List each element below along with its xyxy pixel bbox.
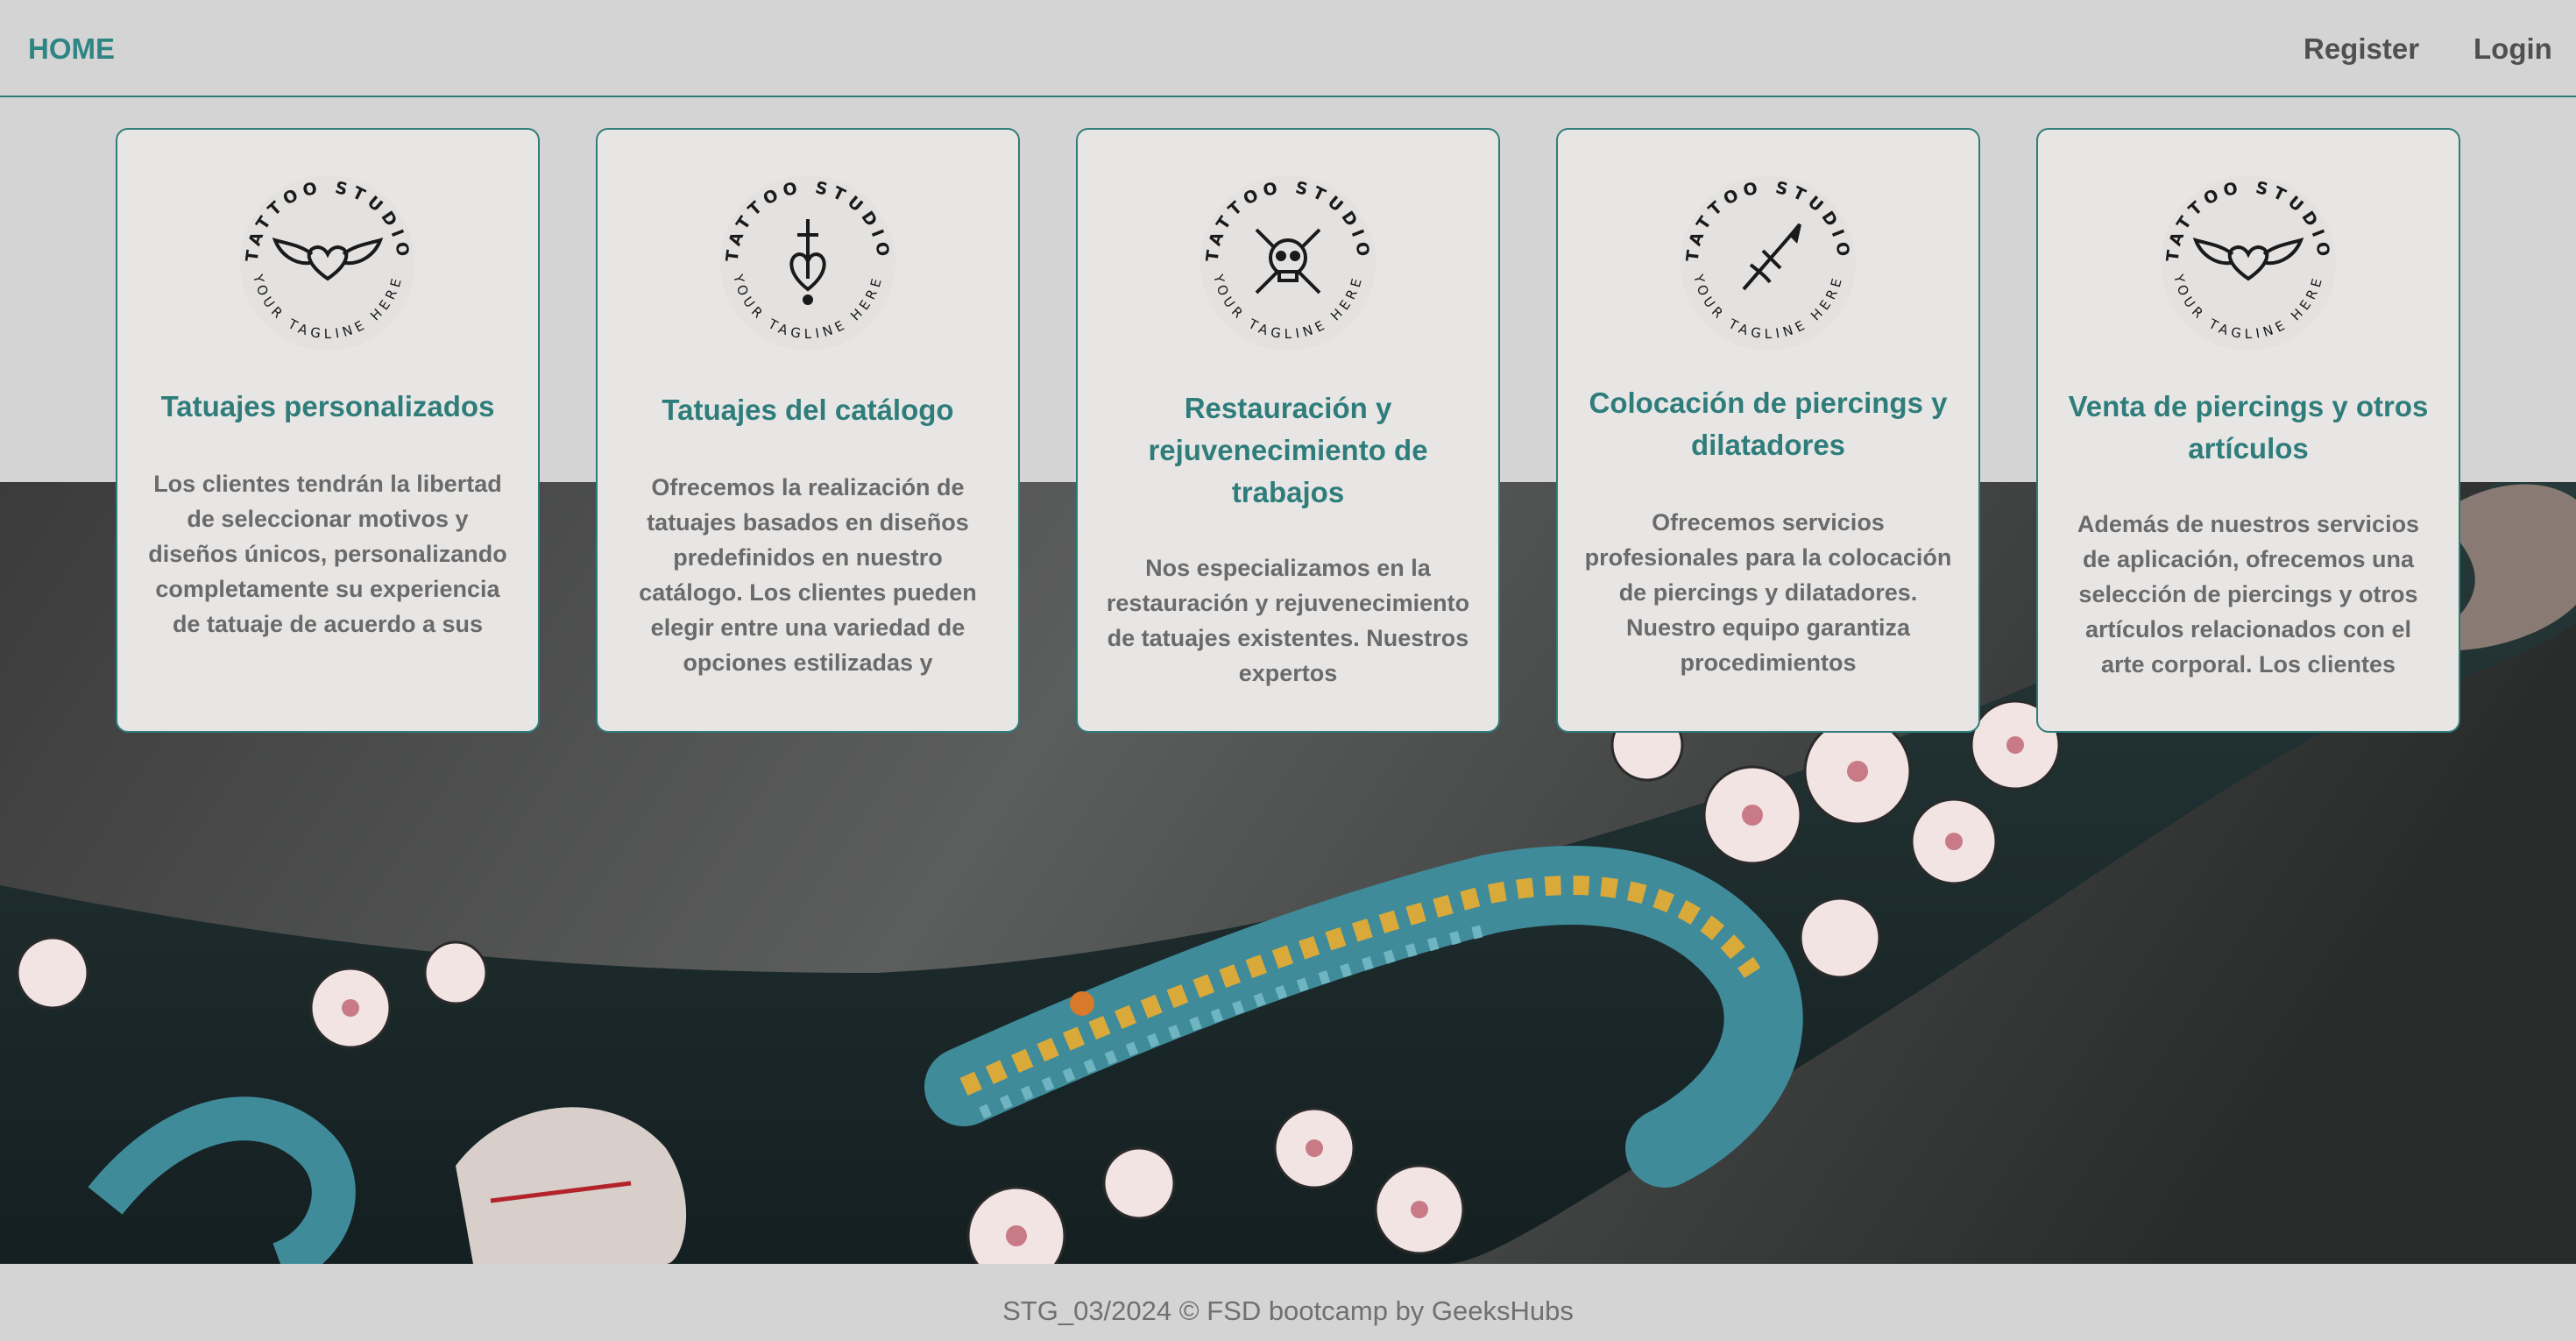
- service-card-piercing-sales: TATTOO STUDIO YOUR TAGLINE HERE Venta de…: [2036, 128, 2460, 733]
- card-description: Ofrecemos la realización de tatuajes bas…: [639, 474, 977, 676]
- service-card-custom-tattoos: TATTOO STUDIO YOUR TAGLINE HERE Tatuajes…: [116, 128, 540, 733]
- card-description: Los clientes tendrán la libertad de sele…: [148, 471, 507, 637]
- service-card-piercings: TATTOO STUDIO YOUR TAGLINE HERE Colocaci…: [1556, 128, 1980, 733]
- card-title: Venta de piercings y otros artículos: [2068, 390, 2429, 465]
- tattoo-studio-logo: TATTOO STUDIO YOUR TAGLINE HERE: [1192, 167, 1384, 359]
- card-description: Ofrecemos servicios profesionales para l…: [1584, 509, 1952, 676]
- service-card-catalog-tattoos: TATTOO STUDIO YOUR TAGLINE HERE Tatuajes…: [596, 128, 1020, 733]
- tattoo-studio-logo: TATTOO STUDIO YOUR TAGLINE HERE: [231, 167, 424, 359]
- card-title: Tatuajes personalizados: [160, 390, 495, 422]
- card-title: Restauración y rejuvenecimiento de traba…: [1148, 392, 1428, 508]
- card-description: Además de nuestros servicios de aplicaci…: [2077, 511, 2420, 678]
- footer-text: STG_03/2024 © FSD bootcamp by GeeksHubs: [1002, 1295, 1574, 1326]
- tattoo-studio-logo: TATTOO STUDIO YOUR TAGLINE HERE: [1672, 167, 1865, 359]
- nav-register-link[interactable]: Register: [2304, 28, 2419, 70]
- card-title: Colocación de piercings y dilatadores: [1589, 387, 1948, 461]
- card-description: Nos especializamos en la restauración y …: [1106, 555, 1470, 686]
- footer: STG_03/2024 © FSD bootcamp by GeeksHubs: [0, 1264, 2576, 1341]
- nav-home-link[interactable]: HOME: [28, 28, 115, 70]
- nav-login-link[interactable]: Login: [2473, 28, 2552, 70]
- tattoo-studio-logo: TATTOO STUDIO YOUR TAGLINE HERE: [2152, 167, 2345, 359]
- card-title: Tatuajes del catálogo: [662, 394, 954, 426]
- navbar: HOME Register Login: [0, 0, 2576, 97]
- service-card-restoration: TATTOO STUDIO YOUR TAGLINE HERE Restaura…: [1076, 128, 1500, 733]
- tattoo-studio-logo: TATTOO STUDIO YOUR TAGLINE HERE: [711, 167, 904, 359]
